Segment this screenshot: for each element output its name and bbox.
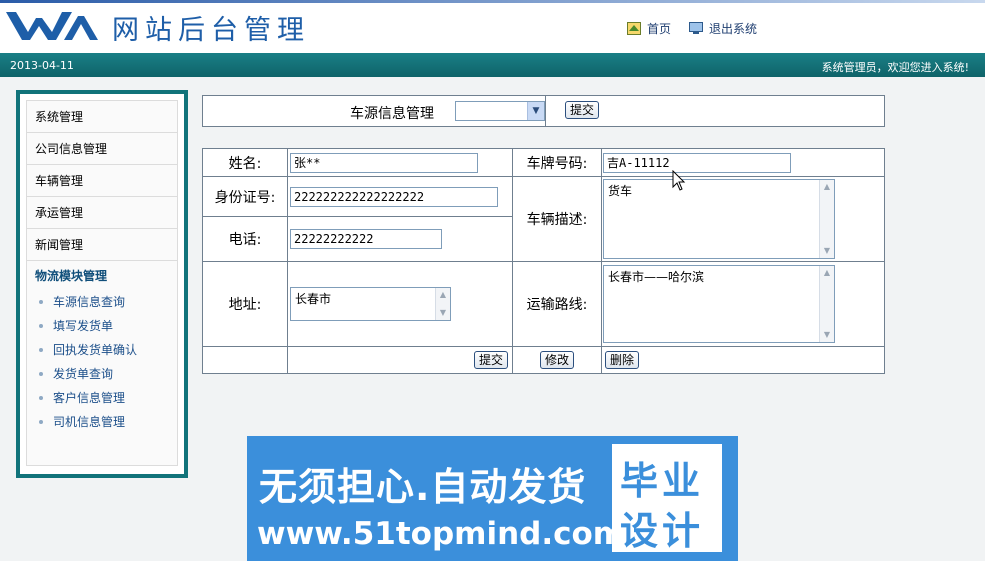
id-cell: 222222222222222222 <box>287 176 513 217</box>
status-bar: 2013-04-11 系统管理员，欢迎您进入系统! <box>0 53 985 77</box>
toolbar-title: 车源信息管理 <box>350 106 434 122</box>
category-select[interactable]: ▼ <box>455 101 545 121</box>
route-label: 运输路线: <box>512 261 602 347</box>
sidebar-subitem-shipment-query[interactable]: 发货单查询 <box>27 362 177 386</box>
sidebar-subitem-fill-shipment[interactable]: 填写发货单 <box>27 314 177 338</box>
sidebar-item-system[interactable]: 系统管理 <box>27 101 177 133</box>
ad-banner[interactable]: 无须担心.自动发货 www.51topmind.com 毕业 设计 <box>247 436 738 561</box>
delete-button[interactable]: 删除 <box>605 351 640 369</box>
header: 网站后台管理 首页 退出系统 <box>0 0 985 52</box>
delete-cell: 删除 <box>601 346 885 374</box>
submit-button[interactable]: 提交 <box>473 351 508 369</box>
empty-cell <box>202 346 288 374</box>
home-link-label: 首页 <box>646 22 671 36</box>
ad-headline: 无须担心.自动发货 <box>259 465 587 509</box>
vehicle-desc-label: 车辆描述: <box>512 176 602 262</box>
phone-input[interactable]: 22222222222 <box>290 229 442 249</box>
vehicle-form: 姓名: 张** 车牌号码: 吉A-11112 身份证号: 22222222222… <box>202 148 885 374</box>
toolbar-divider <box>545 96 546 126</box>
date-text: 2013-04-11 <box>10 59 74 72</box>
form-row: 姓名: 张** 车牌号码: 吉A-11112 <box>202 148 885 177</box>
route-cell: 长春市——哈尔滨 ▲ ▼ <box>601 261 885 347</box>
form-row: 提交 修改 删除 <box>202 346 885 374</box>
ad-badge: 毕业 设计 <box>612 444 722 553</box>
sidebar-item-vehicle[interactable]: 车辆管理 <box>27 165 177 197</box>
scroll-down-icon[interactable]: ▼ <box>436 306 450 320</box>
submit-cell: 提交 <box>287 346 513 374</box>
ad-badge-line2: 设计 <box>620 509 705 553</box>
scrollbar[interactable]: ▲ ▼ <box>819 266 834 342</box>
modify-button[interactable]: 修改 <box>539 351 574 369</box>
address-value: 长春市 <box>295 292 332 306</box>
address-cell: 长春市 ▲ ▼ <box>287 261 513 347</box>
sidebar-item-news[interactable]: 新闻管理 <box>27 229 177 261</box>
plate-label: 车牌号码: <box>512 148 602 177</box>
vehicle-desc-textarea[interactable]: 货车 ▲ ▼ <box>603 179 835 259</box>
name-cell: 张** <box>287 148 513 177</box>
sidebar-item-company-info[interactable]: 公司信息管理 <box>27 133 177 165</box>
modify-cell: 修改 <box>512 346 602 374</box>
sidebar-item-carrier[interactable]: 承运管理 <box>27 197 177 229</box>
name-label: 姓名: <box>202 148 288 177</box>
sidebar-menu: 系统管理 公司信息管理 车辆管理 承运管理 新闻管理 物流模块管理 车源信息查询… <box>26 100 178 466</box>
sidebar: 系统管理 公司信息管理 车辆管理 承运管理 新闻管理 物流模块管理 车源信息查询… <box>16 90 188 478</box>
plate-input[interactable]: 吉A-11112 <box>603 152 791 173</box>
ad-url: www.51topmind.com <box>257 516 626 552</box>
address-textarea[interactable]: 长春市 ▲ ▼ <box>290 287 451 321</box>
scroll-up-icon[interactable]: ▲ <box>820 266 834 280</box>
scroll-up-icon[interactable]: ▲ <box>820 180 834 194</box>
main-panel: 车源信息管理 ▼ 提交 姓名: 张** 车牌号码: 吉A-11112 身份证号:… <box>202 95 885 374</box>
mouse-cursor-icon <box>672 170 686 191</box>
logout-link[interactable]: 退出系统 <box>688 20 757 37</box>
plate-cell: 吉A-11112 <box>601 148 885 177</box>
phone-label: 电话: <box>202 216 288 262</box>
site-title: 网站后台管理 <box>112 15 310 46</box>
toolbar: 车源信息管理 ▼ 提交 <box>202 95 885 127</box>
address-label: 地址: <box>202 261 288 347</box>
phone-cell: 22222222222 <box>287 216 513 262</box>
scrollbar[interactable]: ▲ ▼ <box>435 288 450 320</box>
vehicle-desc-value: 货车 <box>608 184 633 198</box>
scroll-up-icon[interactable]: ▲ <box>436 288 450 302</box>
toolbar-submit-button[interactable]: 提交 <box>565 101 600 119</box>
name-input[interactable]: 张** <box>290 152 478 173</box>
id-input[interactable]: 222222222222222222 <box>290 186 498 207</box>
scroll-down-icon[interactable]: ▼ <box>820 328 834 342</box>
header-top-line <box>0 0 985 3</box>
logout-link-label: 退出系统 <box>708 22 757 36</box>
home-icon <box>626 22 641 35</box>
form-row: 身份证号: 222222222222222222 车辆描述: 货车 ▲ ▼ <box>202 176 885 262</box>
route-value: 长春市——哈尔滨 <box>608 270 705 284</box>
monitor-icon <box>688 22 703 34</box>
ad-badge-line1: 毕业 <box>620 459 705 503</box>
sidebar-group-logistics[interactable]: 物流模块管理 <box>27 261 177 284</box>
home-link[interactable]: 首页 <box>626 20 671 37</box>
id-label: 身份证号: <box>202 176 288 217</box>
chevron-down-icon[interactable]: ▼ <box>527 102 544 120</box>
scroll-down-icon[interactable]: ▼ <box>820 244 834 258</box>
sidebar-subitem-customer-info[interactable]: 客户信息管理 <box>27 386 177 410</box>
vehicle-desc-cell: 货车 ▲ ▼ <box>601 176 885 262</box>
sidebar-subitem-driver-info[interactable]: 司机信息管理 <box>27 410 177 434</box>
route-textarea[interactable]: 长春市——哈尔滨 ▲ ▼ <box>603 265 835 343</box>
welcome-text: 系统管理员，欢迎您进入系统! <box>821 61 969 74</box>
scrollbar[interactable]: ▲ ▼ <box>819 180 834 258</box>
top-links: 首页 退出系统 <box>626 20 757 37</box>
sidebar-subitem-vehicle-query[interactable]: 车源信息查询 <box>27 290 177 314</box>
form-row: 地址: 长春市 ▲ ▼ 运输路线: 长春市——哈尔滨 ▲ ▼ <box>202 261 885 347</box>
logo-icon <box>6 12 98 40</box>
sidebar-subitem-receipt-confirm[interactable]: 回执发货单确认 <box>27 338 177 362</box>
